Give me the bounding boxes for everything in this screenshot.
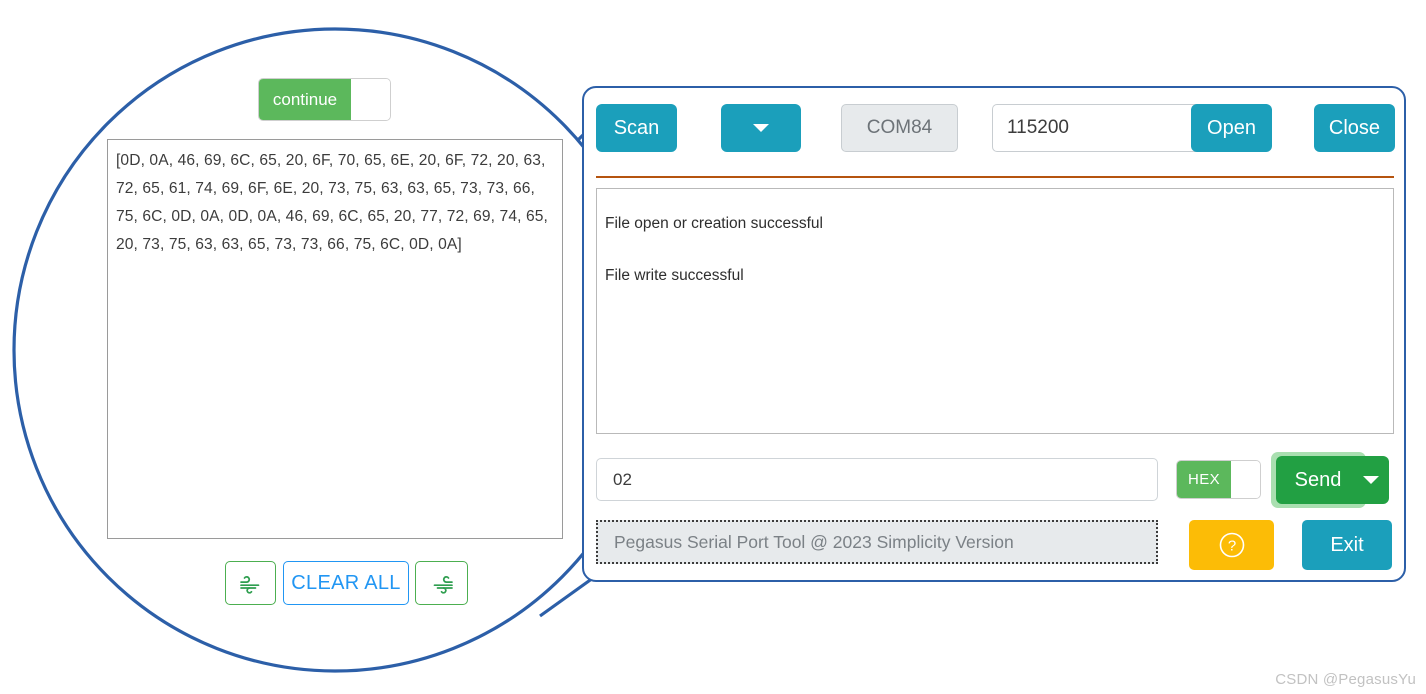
exit-button[interactable]: Exit <box>1302 520 1392 570</box>
send-input[interactable] <box>596 458 1158 501</box>
log-line: File write successful <box>605 267 744 284</box>
log-output-area[interactable]: File open or creation successful File wr… <box>596 188 1394 434</box>
wind-icon <box>433 576 453 594</box>
chevron-down-icon <box>753 124 769 132</box>
toolbar-divider <box>596 176 1394 178</box>
chevron-down-icon <box>1363 476 1379 484</box>
serial-tool-panel: Scan COM84 Open Close File open or creat <box>582 86 1406 582</box>
clear-receive-button[interactable] <box>225 561 276 605</box>
send-button[interactable]: Send <box>1276 456 1360 504</box>
hex-toggle-knob[interactable] <box>1231 461 1260 498</box>
send-dropdown-button[interactable] <box>1353 456 1389 504</box>
open-button-label: Open <box>1207 116 1256 139</box>
open-port-button[interactable]: Open <box>1191 104 1272 152</box>
continue-toggle[interactable]: continue <box>258 78 391 121</box>
baudrate-combobox[interactable] <box>992 104 1270 152</box>
hex-toggle[interactable]: HEX <box>1176 460 1261 499</box>
continue-toggle-label: continue <box>259 79 351 120</box>
port-dropdown-button[interactable] <box>721 104 801 152</box>
clear-all-button[interactable]: CLEAR ALL <box>283 561 409 605</box>
send-button-label: Send <box>1294 468 1342 491</box>
question-circle-icon: ? <box>1219 532 1244 558</box>
close-port-button[interactable]: Close <box>1314 104 1395 152</box>
close-button-label: Close <box>1328 116 1381 139</box>
scan-button[interactable]: Scan <box>596 104 677 152</box>
magnified-content: continue [0D, 0A, 46, 69, 6C, 65, 20, 6F… <box>0 0 600 694</box>
connection-toolbar: Scan COM84 Open Close <box>596 104 1395 158</box>
status-bar: Pegasus Serial Port Tool @ 2023 Simplici… <box>596 520 1158 564</box>
wind-icon <box>239 576 259 594</box>
port-display: COM84 <box>841 104 958 152</box>
clear-send-button[interactable] <box>415 561 468 605</box>
help-button[interactable]: ? <box>1189 520 1274 570</box>
hex-toggle-label: HEX <box>1177 461 1231 498</box>
scan-button-label: Scan <box>613 116 660 139</box>
clear-all-label: CLEAR ALL <box>291 571 401 594</box>
csdn-watermark: CSDN @PegasusYu <box>1275 671 1416 688</box>
continue-toggle-knob[interactable] <box>351 79 390 120</box>
exit-button-label: Exit <box>1330 533 1364 556</box>
log-line: File open or creation successful <box>605 215 823 232</box>
svg-text:?: ? <box>1227 538 1235 555</box>
receive-textarea[interactable]: [0D, 0A, 46, 69, 6C, 65, 20, 6F, 70, 65,… <box>107 139 563 539</box>
send-button-group: Send <box>1271 452 1389 508</box>
screenshot-root: continue [0D, 0A, 46, 69, 6C, 65, 20, 6F… <box>0 0 1426 694</box>
